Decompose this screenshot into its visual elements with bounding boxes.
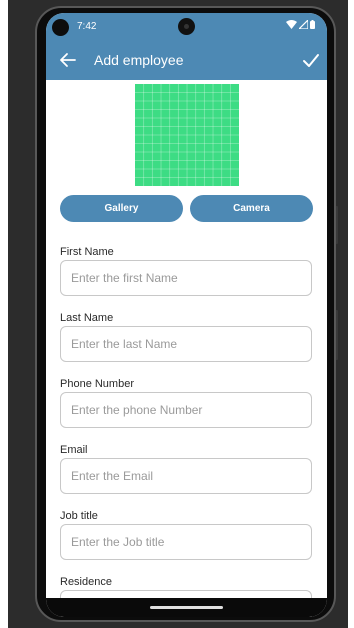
navigation-bar (46, 598, 327, 617)
home-gesture-handle[interactable] (150, 606, 223, 609)
wifi-icon (286, 20, 297, 29)
first-name-field[interactable] (60, 260, 312, 296)
system-icons (286, 20, 315, 29)
android-grid-icon (135, 84, 239, 186)
residence-label: Residence (60, 576, 112, 588)
camera-button[interactable]: Camera (190, 195, 313, 222)
front-camera-icon (52, 19, 69, 36)
email-field[interactable] (60, 458, 312, 494)
phone-number-label: Phone Number (60, 378, 134, 390)
page-title: Add employee (94, 52, 184, 68)
email-label: Email (60, 444, 88, 456)
status-time: 7:42 (77, 21, 97, 32)
last-name-label: Last Name (60, 312, 114, 324)
job-title-field[interactable] (60, 524, 312, 560)
battery-icon (310, 20, 315, 29)
status-bar: 7:42 (46, 13, 327, 40)
punch-hole-camera-icon (178, 18, 195, 35)
arrow-back-icon[interactable] (58, 50, 78, 70)
last-name-field[interactable] (60, 326, 312, 362)
signal-icon (299, 20, 308, 29)
check-icon[interactable] (301, 50, 321, 70)
phone-number-field[interactable] (60, 392, 312, 428)
phone-screen: 7:42 Add employee Gallery Camera First N… (46, 13, 327, 617)
gallery-button[interactable]: Gallery (60, 195, 183, 222)
employee-photo[interactable] (135, 84, 239, 186)
form-content: Gallery Camera First Name Last Name Phon… (46, 80, 327, 617)
app-bar: Add employee (46, 40, 327, 80)
first-name-label: First Name (60, 246, 114, 258)
job-title-label: Job title (60, 510, 98, 522)
